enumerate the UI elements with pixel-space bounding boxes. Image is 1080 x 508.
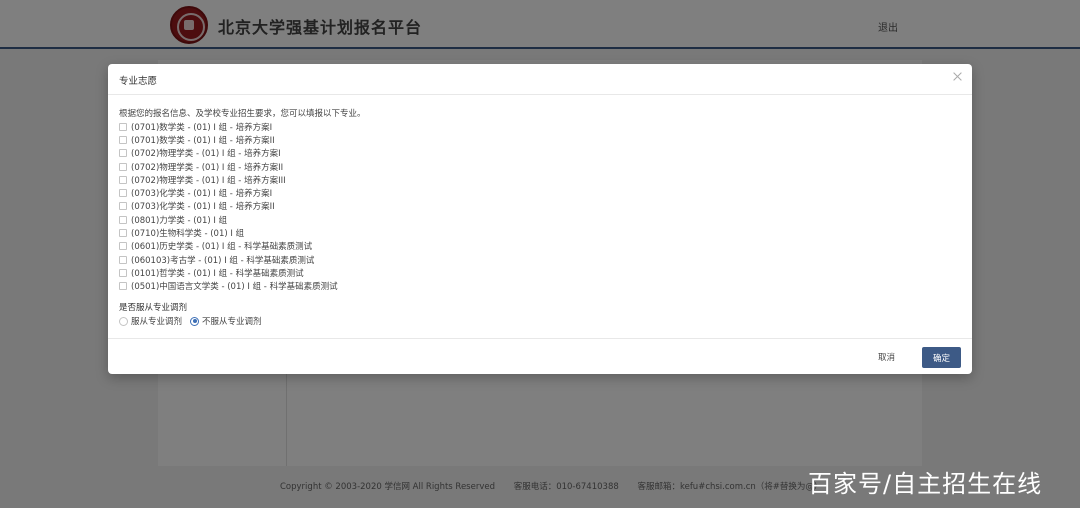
radio-decline-adjustment[interactable]: 不服从专业调剂 [190, 315, 262, 327]
adjustment-question-label: 是否服从专业调剂 [119, 303, 188, 313]
major-option[interactable]: (0702)物理学类 - (01) I 组 - 培养方案II [119, 160, 338, 173]
major-option-label: (060103)考古学 - (01) I 组 - 科学基础素质测试 [131, 255, 315, 266]
checkbox-icon[interactable] [119, 229, 127, 238]
major-option-label: (0703)化学类 - (01) I 组 - 培养方案II [131, 202, 275, 213]
dialog-footer: 取消 确定 [108, 338, 972, 374]
major-option[interactable]: (0710)生物科学类 - (01) I 组 [119, 226, 338, 239]
checkbox-icon[interactable] [119, 189, 127, 198]
major-option[interactable]: (0703)化学类 - (01) I 组 - 培养方案I [119, 186, 338, 199]
major-option-label: (0702)物理学类 - (01) I 组 - 培养方案II [131, 162, 284, 173]
checkbox-icon[interactable] [119, 122, 127, 131]
major-option-label: (0701)数学类 - (01) I 组 - 培养方案I [131, 122, 273, 133]
major-option[interactable]: (0501)中国语言文学类 - (01) I 组 - 科学基础素质测试 [119, 280, 338, 293]
checkbox-icon[interactable] [119, 135, 127, 144]
major-options-list: (0701)数学类 - (01) I 组 - 培养方案I (0701)数学类 - … [119, 120, 338, 293]
major-option-label: (0710)生物科学类 - (01) I 组 [131, 229, 245, 240]
major-option[interactable]: (0701)数学类 - (01) I 组 - 培养方案II [119, 133, 338, 146]
dialog-title: 专业志愿 [119, 76, 158, 87]
radio-label: 不服从专业调剂 [202, 317, 262, 327]
major-option[interactable]: (0702)物理学类 - (01) I 组 - 培养方案III [119, 173, 338, 186]
major-option[interactable]: (0702)物理学类 - (01) I 组 - 培养方案I [119, 147, 338, 160]
close-icon[interactable] [951, 70, 965, 84]
major-option[interactable]: (0703)化学类 - (01) I 组 - 培养方案II [119, 200, 338, 213]
checkbox-icon[interactable] [119, 255, 127, 264]
major-option-label: (0702)物理学类 - (01) I 组 - 培养方案III [131, 175, 286, 186]
checkbox-icon[interactable] [119, 215, 127, 224]
major-option-label: (0801)力学类 - (01) I 组 [131, 215, 228, 226]
major-option-label: (0701)数学类 - (01) I 组 - 培养方案II [131, 135, 275, 146]
watermark-text: 百家号/自主招生在线 [808, 470, 1043, 498]
checkbox-icon[interactable] [119, 242, 127, 251]
major-option[interactable]: (0101)哲学类 - (01) I 组 - 科学基础素质测试 [119, 266, 338, 279]
major-option[interactable]: (0701)数学类 - (01) I 组 - 培养方案I [119, 120, 338, 133]
radio-button-icon[interactable] [119, 316, 128, 326]
checkbox-icon[interactable] [119, 202, 127, 211]
major-preference-dialog: 专业志愿 根据您的报名信息、及学校专业招生要求，您可以填报以下专业。 (0701… [108, 64, 972, 374]
radio-accept-adjustment[interactable]: 服从专业调剂 [119, 315, 182, 327]
checkbox-icon[interactable] [119, 282, 127, 291]
checkbox-icon[interactable] [119, 175, 127, 184]
radio-label: 服从专业调剂 [131, 317, 183, 327]
major-option-label: (0501)中国语言文学类 - (01) I 组 - 科学基础素质测试 [131, 282, 338, 293]
major-option-label: (0601)历史学类 - (01) I 组 - 科学基础素质测试 [131, 242, 313, 253]
radio-button-checked-icon[interactable] [190, 316, 200, 326]
checkbox-icon[interactable] [119, 268, 127, 277]
adjustment-radio-group: 服从专业调剂 不服从专业调剂 [119, 315, 270, 327]
dialog-intro-text: 根据您的报名信息、及学校专业招生要求，您可以填报以下专业。 [119, 109, 366, 119]
dialog-header: 专业志愿 [108, 64, 972, 95]
major-option[interactable]: (0601)历史学类 - (01) I 组 - 科学基础素质测试 [119, 240, 338, 253]
major-option-label: (0101)哲学类 - (01) I 组 - 科学基础素质测试 [131, 268, 304, 279]
confirm-button[interactable]: 确定 [922, 347, 961, 368]
major-option[interactable]: (0801)力学类 - (01) I 组 [119, 213, 338, 226]
major-option[interactable]: (060103)考古学 - (01) I 组 - 科学基础素质测试 [119, 253, 338, 266]
major-option-label: (0703)化学类 - (01) I 组 - 培养方案I [131, 189, 273, 200]
cancel-button[interactable]: 取消 [878, 351, 895, 363]
checkbox-icon[interactable] [119, 149, 127, 158]
major-option-label: (0702)物理学类 - (01) I 组 - 培养方案I [131, 149, 281, 160]
checkbox-icon[interactable] [119, 162, 127, 171]
